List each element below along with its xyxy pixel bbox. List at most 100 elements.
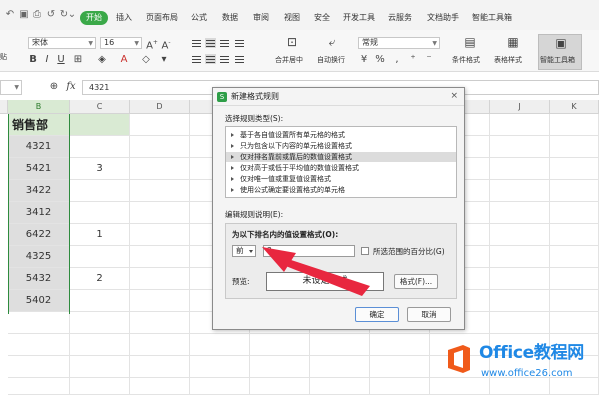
empty-cell[interactable]: [250, 334, 310, 356]
name-box[interactable]: ▼: [0, 80, 22, 95]
tab-review[interactable]: 审阅: [253, 13, 269, 23]
table-style-label[interactable]: 表格样式: [494, 56, 522, 65]
percent-checkbox[interactable]: [361, 247, 369, 255]
tab-insert[interactable]: 插入: [116, 13, 132, 23]
empty-cell[interactable]: [130, 334, 190, 356]
empty-cell[interactable]: [130, 224, 190, 246]
increase-font-icon[interactable]: A+: [146, 37, 158, 52]
column-header-c[interactable]: C: [70, 100, 130, 114]
empty-cell[interactable]: [550, 180, 599, 202]
corner-cell[interactable]: [0, 100, 8, 114]
empty-cell[interactable]: [130, 290, 190, 312]
empty-cell[interactable]: [130, 136, 190, 158]
table-cell-c[interactable]: [70, 246, 130, 268]
format-button[interactable]: 格式(F)...: [394, 274, 438, 289]
zoom-icon[interactable]: ⊕: [48, 81, 60, 93]
table-cell-b[interactable]: 3412: [8, 202, 70, 224]
save-icon[interactable]: ▣: [18, 9, 30, 21]
undo-arrow-icon[interactable]: ↺: [45, 9, 57, 21]
tab-smart-toolbox[interactable]: 智能工具箱: [472, 13, 512, 23]
table-cell-c[interactable]: 2: [70, 268, 130, 290]
percent-label[interactable]: 所选范围的百分比(G): [373, 247, 445, 256]
indent-icon[interactable]: [234, 38, 245, 48]
empty-cell[interactable]: [550, 114, 599, 136]
empty-cell[interactable]: [490, 158, 550, 180]
empty-cell[interactable]: [490, 224, 550, 246]
empty-cell[interactable]: [70, 378, 130, 395]
table-cell-c[interactable]: [70, 290, 130, 312]
empty-cell[interactable]: [130, 114, 190, 136]
tab-view[interactable]: 视图: [284, 13, 300, 23]
fx-style-icon[interactable]: ▾: [158, 54, 170, 66]
empty-cell[interactable]: [550, 202, 599, 224]
empty-cell[interactable]: [130, 180, 190, 202]
empty-cell[interactable]: [310, 356, 370, 378]
empty-cell[interactable]: [8, 334, 70, 356]
empty-cell[interactable]: [8, 378, 70, 395]
rank-input[interactable]: 3: [263, 245, 355, 257]
empty-cell[interactable]: [70, 312, 130, 334]
empty-cell[interactable]: [490, 114, 550, 136]
empty-cell[interactable]: [490, 312, 550, 334]
empty-cell[interactable]: [190, 378, 250, 395]
customize-chevron-icon[interactable]: ⌄: [66, 9, 78, 21]
empty-cell[interactable]: [130, 268, 190, 290]
thousands-icon[interactable]: ,: [390, 54, 404, 66]
list-item[interactable]: 仅对高于或低于平均值的数值设置格式: [226, 163, 456, 173]
fill-color-icon[interactable]: ◈: [96, 54, 108, 66]
smart-toolbox-button[interactable]: ▣ 智能工具箱: [538, 34, 582, 70]
tab-start[interactable]: 开始: [80, 11, 108, 25]
clear-format-icon[interactable]: ◇: [140, 54, 152, 66]
empty-cell[interactable]: [550, 290, 599, 312]
empty-cell[interactable]: [130, 312, 190, 334]
empty-cell[interactable]: [370, 356, 430, 378]
font-size-select[interactable]: 16 ▼: [100, 37, 142, 49]
column-header-k[interactable]: K: [550, 100, 599, 114]
border-icon[interactable]: ⊞: [72, 54, 84, 66]
decrease-decimal-icon[interactable]: ⁻: [422, 54, 436, 66]
empty-cell[interactable]: [310, 334, 370, 356]
empty-cell[interactable]: [490, 202, 550, 224]
empty-cell[interactable]: [490, 268, 550, 290]
decrease-font-icon[interactable]: A-: [160, 37, 172, 52]
table-cell-c[interactable]: 3: [70, 158, 130, 180]
underline-icon[interactable]: U: [56, 54, 66, 66]
tab-dev-tools[interactable]: 开发工具: [343, 13, 375, 23]
align-right-icon[interactable]: [219, 54, 230, 64]
empty-cell[interactable]: [550, 224, 599, 246]
empty-cell[interactable]: [550, 136, 599, 158]
increase-decimal-icon[interactable]: ⁺: [406, 54, 420, 66]
cond-format-label[interactable]: 条件格式: [452, 56, 480, 65]
tab-page-layout[interactable]: 页面布局: [146, 13, 178, 23]
empty-cell[interactable]: [550, 312, 599, 334]
paste-label[interactable]: 贴: [0, 53, 7, 62]
empty-cell[interactable]: [490, 246, 550, 268]
dialog-title-bar[interactable]: S 新建格式规则 ×: [213, 88, 464, 106]
align-center-icon[interactable]: [205, 54, 216, 64]
empty-cell[interactable]: [130, 202, 190, 224]
empty-cell[interactable]: [490, 136, 550, 158]
empty-cell[interactable]: [370, 378, 430, 395]
table-cell-c[interactable]: [70, 180, 130, 202]
table-cell-b[interactable]: 5402: [8, 290, 70, 312]
rule-type-list[interactable]: 基于各自值设置所有单元格的格式 只为包含以下内容的单元格设置格式 仅对排名靠前或…: [225, 126, 457, 198]
top-bottom-select[interactable]: 前: [232, 245, 256, 257]
empty-cell[interactable]: [550, 246, 599, 268]
tab-cloud[interactable]: 云服务: [388, 13, 412, 23]
cancel-button[interactable]: 取消: [407, 307, 451, 322]
list-item[interactable]: 只为包含以下内容的单元格设置格式: [226, 141, 456, 151]
table-cell-b[interactable]: 5421: [8, 158, 70, 180]
bold-icon[interactable]: B: [28, 54, 38, 66]
currency-icon[interactable]: ¥: [358, 54, 370, 66]
table-cell-b[interactable]: 4325: [8, 246, 70, 268]
font-name-select[interactable]: 宋体 ▼: [28, 37, 96, 49]
header-cell-sales-dept[interactable]: 销售部: [8, 114, 130, 136]
italic-icon[interactable]: I: [42, 54, 52, 66]
empty-cell[interactable]: [490, 290, 550, 312]
empty-cell[interactable]: [8, 356, 70, 378]
table-style-icon[interactable]: ▦: [505, 36, 521, 48]
empty-cell[interactable]: [490, 180, 550, 202]
font-color-icon[interactable]: A: [118, 54, 130, 66]
align-top-icon[interactable]: [191, 38, 202, 48]
table-cell-c[interactable]: 1: [70, 224, 130, 246]
